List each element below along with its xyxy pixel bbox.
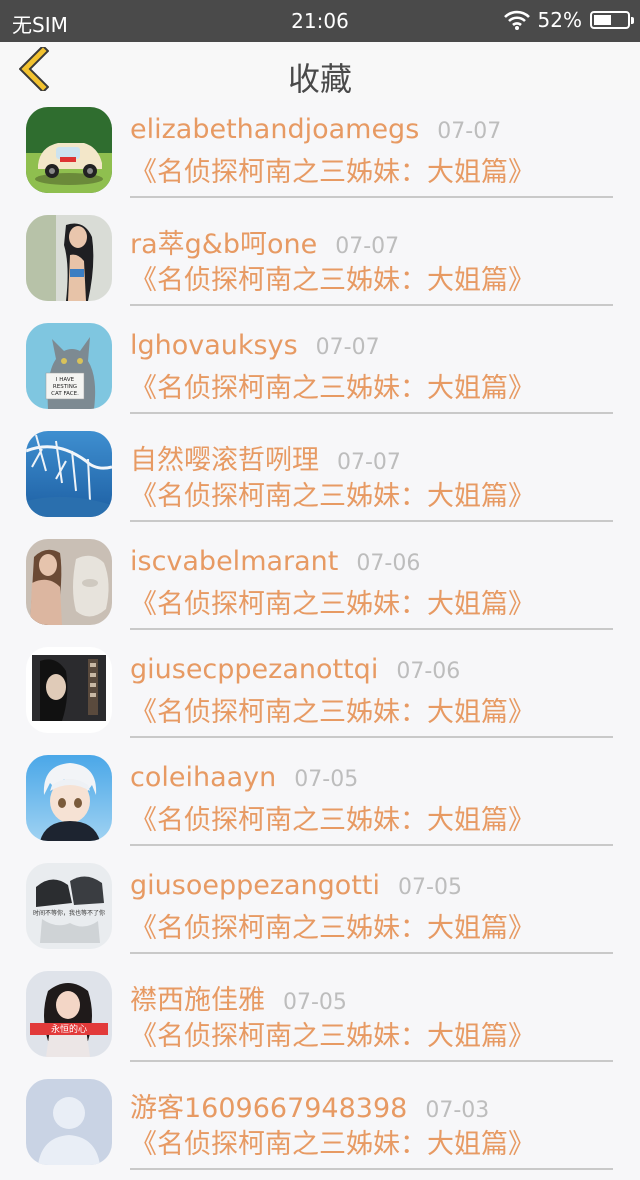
username[interactable]: 自然嘤滚哲咧理: [130, 438, 319, 477]
collection-title[interactable]: 《名侦探柯南之三姊妹：大姐篇》: [130, 154, 613, 192]
meta-line: ra萃g&b呵one 07-07: [130, 222, 613, 261]
list-item[interactable]: 时间不等你，我也等不了你 giusoeppezangotti 07-05 《名侦…: [0, 856, 640, 964]
username[interactable]: iscvabelmarant: [130, 546, 338, 577]
item-text: 游客1609667948398 07-03 《名侦探柯南之三姊妹：大姐篇》: [130, 1086, 613, 1164]
svg-text:时间不等你，我也等不了你: 时间不等你，我也等不了你: [33, 909, 105, 917]
status-right: 52%: [503, 8, 634, 32]
divider: [130, 952, 613, 954]
collection-title[interactable]: 《名侦探柯南之三姊妹：大姐篇》: [130, 910, 613, 948]
collection-title[interactable]: 《名侦探柯南之三姊妹：大姐篇》: [130, 1018, 613, 1056]
date: 07-07: [315, 335, 380, 360]
divider: [130, 412, 613, 414]
collection-title[interactable]: 《名侦探柯南之三姊妹：大姐篇》: [130, 802, 613, 840]
svg-text:CAT FACE.: CAT FACE.: [51, 391, 79, 397]
divider: [130, 1060, 613, 1062]
date: 07-07: [335, 234, 400, 259]
svg-text:永恒的心: 永恒的心: [51, 1023, 87, 1035]
winter-tree-avatar: [26, 431, 112, 517]
woman-photo-avatar: [26, 215, 112, 301]
meta-line: giusecppezanottqi 07-06: [130, 654, 613, 690]
list-item[interactable]: 永恒的心 襟西施佳雅 07-05 《名侦探柯南之三姊妹：大姐篇》: [0, 964, 640, 1072]
divider: [130, 844, 613, 846]
woman-statue-avatar: [26, 539, 112, 625]
hands-quote-avatar: 时间不等你，我也等不了你: [26, 863, 112, 949]
list-item[interactable]: iscvabelmarant 07-06 《名侦探柯南之三姊妹：大姐篇》: [0, 532, 640, 640]
item-text: ra萃g&b呵one 07-07 《名侦探柯南之三姊妹：大姐篇》: [130, 222, 613, 300]
username[interactable]: ra萃g&b呵one: [130, 222, 317, 261]
collection-title[interactable]: 《名侦探柯南之三姊妹：大姐篇》: [130, 586, 613, 624]
username[interactable]: giusecppezanottqi: [130, 654, 378, 685]
list-item[interactable]: giusecppezanottqi 07-06 《名侦探柯南之三姊妹：大姐篇》: [0, 640, 640, 748]
item-text: lghovauksys 07-07 《名侦探柯南之三姊妹：大姐篇》: [130, 330, 613, 408]
divider: [130, 1168, 613, 1170]
item-text: coleihaayn 07-05 《名侦探柯南之三姊妹：大姐篇》: [130, 762, 613, 840]
username[interactable]: giusoeppezangotti: [130, 870, 380, 901]
divider: [130, 304, 613, 306]
meta-line: 游客1609667948398 07-03: [130, 1086, 613, 1125]
page-title: 收藏: [287, 60, 352, 98]
meta-line: 襟西施佳雅 07-05: [130, 978, 613, 1017]
item-text: 襟西施佳雅 07-05 《名侦探柯南之三姊妹：大姐篇》: [130, 978, 613, 1056]
list-item[interactable]: ra萃g&b呵one 07-07 《名侦探柯南之三姊妹：大姐篇》: [0, 208, 640, 316]
nav-bar: 收藏: [0, 42, 640, 100]
battery-percent: 52%: [537, 8, 582, 32]
item-text: 自然嘤滚哲咧理 07-07 《名侦探柯南之三姊妹：大姐篇》: [130, 438, 613, 516]
default-user-avatar: [26, 1079, 112, 1165]
meta-line: elizabethandjoamegs 07-07: [130, 114, 613, 150]
cat-sign-avatar: I HAVE RESTING CAT FACE.: [26, 323, 112, 409]
meta-line: 自然嘤滚哲咧理 07-07: [130, 438, 613, 477]
username[interactable]: 襟西施佳雅: [130, 978, 265, 1017]
meta-line: lghovauksys 07-07: [130, 330, 613, 366]
favorites-list: elizabethandjoamegs 07-07 《名侦探柯南之三姊妹：大姐篇…: [0, 100, 640, 1180]
meta-line: giusoeppezangotti 07-05: [130, 870, 613, 906]
battery-level-fill: [594, 15, 611, 25]
svg-text:I HAVE: I HAVE: [56, 377, 75, 383]
battery-icon: [590, 11, 634, 29]
item-text: elizabethandjoamegs 07-07 《名侦探柯南之三姊妹：大姐篇…: [130, 114, 613, 192]
date: 07-05: [283, 990, 347, 1015]
date: 07-07: [337, 450, 401, 475]
meta-line: coleihaayn 07-05: [130, 762, 613, 798]
date: 07-06: [396, 659, 461, 684]
list-item[interactable]: coleihaayn 07-05 《名侦探柯南之三姊妹：大姐篇》: [0, 748, 640, 856]
collection-title[interactable]: 《名侦探柯南之三姊妹：大姐篇》: [130, 370, 613, 408]
date: 07-03: [425, 1098, 490, 1123]
dark-portrait-avatar: [26, 647, 112, 733]
collection-title[interactable]: 《名侦探柯南之三姊妹：大姐篇》: [130, 694, 613, 732]
username[interactable]: elizabethandjoamegs: [130, 114, 419, 145]
anime-boy-avatar: [26, 755, 112, 841]
divider: [130, 628, 613, 630]
divider: [130, 196, 613, 198]
divider: [130, 520, 613, 522]
list-item[interactable]: 游客1609667948398 07-03 《名侦探柯南之三姊妹：大姐篇》: [0, 1072, 640, 1180]
status-bar: 无SIM 21:06 52%: [0, 0, 640, 42]
item-text: giusoeppezangotti 07-05 《名侦探柯南之三姊妹：大姐篇》: [130, 870, 613, 948]
date: 07-05: [398, 875, 462, 900]
username[interactable]: lghovauksys: [130, 330, 298, 361]
wifi-icon: [503, 10, 530, 30]
collection-title[interactable]: 《名侦探柯南之三姊妹：大姐篇》: [130, 262, 613, 300]
item-text: iscvabelmarant 07-06 《名侦探柯南之三姊妹：大姐篇》: [130, 546, 613, 624]
list-item[interactable]: elizabethandjoamegs 07-07 《名侦探柯南之三姊妹：大姐篇…: [0, 100, 640, 208]
girl-banner-avatar: 永恒的心: [26, 971, 112, 1057]
date: 07-05: [294, 767, 359, 792]
toy-car-avatar: [26, 107, 112, 193]
username[interactable]: coleihaayn: [130, 762, 276, 793]
list-item[interactable]: I HAVE RESTING CAT FACE. lghovauksys 07-…: [0, 316, 640, 424]
list-item[interactable]: 自然嘤滚哲咧理 07-07 《名侦探柯南之三姊妹：大姐篇》: [0, 424, 640, 532]
collection-title[interactable]: 《名侦探柯南之三姊妹：大姐篇》: [130, 1126, 613, 1164]
item-text: giusecppezanottqi 07-06 《名侦探柯南之三姊妹：大姐篇》: [130, 654, 613, 732]
collection-title[interactable]: 《名侦探柯南之三姊妹：大姐篇》: [130, 478, 613, 516]
date: 07-07: [437, 119, 502, 144]
divider: [130, 736, 613, 738]
svg-text:RESTING: RESTING: [53, 384, 77, 390]
username[interactable]: 游客1609667948398: [130, 1086, 407, 1125]
date: 07-06: [356, 551, 421, 576]
meta-line: iscvabelmarant 07-06: [130, 546, 613, 582]
